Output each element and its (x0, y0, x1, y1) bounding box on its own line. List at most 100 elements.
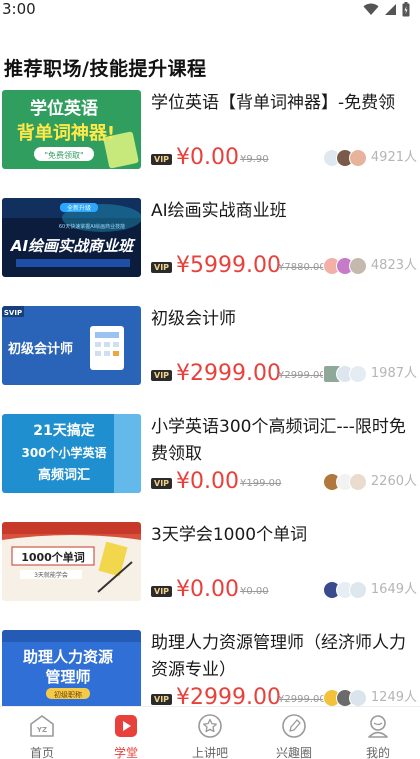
course-item[interactable]: 全新升级 60天快速掌握AI绘画商业技能 AI绘画实战商业班 AI绘画实战商业班… (0, 192, 420, 300)
play-icon (115, 715, 137, 737)
original-price: ¥9.90 (240, 154, 269, 165)
course-title[interactable]: 学位英语【背单词神器】-免费领 (151, 90, 413, 117)
course-item[interactable]: SVIP 初级会计师 初级会计师 VIP ¥2999.00 ¥2999.00 1… (0, 300, 420, 408)
original-price: ¥2999.00 (278, 370, 326, 381)
learner-avatars (323, 689, 371, 706)
original-price: ¥7880.00 (278, 262, 326, 273)
thumb-line1: 助理人力资源 (23, 648, 113, 666)
original-price: ¥0.00 (240, 586, 269, 597)
tab-home[interactable]: YZ 首页 (0, 707, 84, 759)
thumb-line1: AI绘画实战商业班 (10, 237, 136, 255)
price: ¥5999.00 (176, 253, 281, 278)
price: ¥0.00 (176, 145, 239, 170)
thumb-line2: 3天就能学会 (34, 571, 68, 579)
course-thumbnail-art: 助理人力资源 管理师 初级职称 (2, 630, 141, 706)
thumb-line1: 1000个单词 (21, 550, 85, 564)
learner-avatars (323, 365, 371, 383)
course-thumbnail-art: 21天搞定 300个小学英语 高频词汇 (2, 414, 141, 493)
course-thumbnail[interactable]: 1000个单词 3天就能学会 (2, 522, 141, 601)
course-thumbnail[interactable]: 全新升级 60天快速掌握AI绘画商业技能 AI绘画实战商业班 (2, 198, 141, 277)
thumb-line2: 管理师 (45, 668, 90, 686)
avatar (349, 365, 367, 383)
course-item[interactable]: 助理人力资源 管理师 初级职称 助理人力资源管理师（经济师人力资源专业） VIP… (0, 624, 420, 706)
course-meta: VIP ¥2999.00 ¥2999.00 1249人 (151, 684, 417, 706)
status-bar: 3:00 (0, 0, 420, 22)
tab-label: 我的 (365, 746, 390, 759)
course-meta: VIP ¥5999.00 ¥7880.00 4823人 (151, 252, 417, 280)
svg-text:YZ: YZ (36, 726, 47, 734)
pen-icon (282, 714, 306, 738)
vip-badge: VIP (151, 478, 173, 489)
tab-profile[interactable]: 我的 (336, 707, 420, 759)
enrolled-count: 1987人 (370, 366, 417, 381)
vip-badge: VIP (151, 154, 173, 165)
profile-icon (368, 715, 388, 738)
course-title[interactable]: AI绘画实战商业班 (151, 198, 413, 225)
price: ¥2999.00 (176, 361, 281, 386)
course-thumbnail-art: 1000个单词 3天就能学会 (2, 522, 141, 601)
price: ¥2999.00 (176, 685, 281, 706)
thumb-line3: 高频词汇 (38, 467, 90, 483)
original-price: ¥2999.00 (278, 694, 326, 705)
star-icon (198, 714, 222, 738)
course-thumbnail[interactable]: SVIP 初级会计师 (2, 306, 141, 385)
course-item[interactable]: 1000个单词 3天就能学会 3天学会1000个单词 VIP ¥0.00 ¥0.… (0, 516, 420, 624)
avatar (349, 473, 367, 491)
course-meta: VIP ¥0.00 ¥199.00 2260人 (151, 468, 417, 496)
section-title: 推荐职场/技能提升课程 (4, 58, 207, 80)
course-item[interactable]: 21天搞定 300个小学英语 高频词汇 小学英语300个高频词汇---限时免费领… (0, 408, 420, 516)
course-list[interactable]: 学位英语 背单词神器! "免费领取" 学位英语【背单词神器】-免费领 VIP ¥… (0, 84, 420, 706)
course-meta: VIP ¥2999.00 ¥2999.00 1987人 (151, 360, 417, 388)
tab-school[interactable]: 学堂 (84, 707, 168, 759)
course-thumbnail-art: SVIP 初级会计师 (2, 306, 141, 385)
home-icon: YZ (30, 715, 54, 737)
thumb-line2: 背单词神器! (17, 122, 115, 144)
vip-badge: VIP (151, 370, 173, 381)
thumb-line3: "免费领取" (44, 150, 83, 160)
thumb-line2: SVIP (4, 309, 22, 317)
course-thumbnail-art: 全新升级 60天快速掌握AI绘画商业技能 AI绘画实战商业班 (2, 198, 141, 277)
avatar (349, 257, 367, 275)
course-thumbnail-art: 学位英语 背单词神器! "免费领取" (2, 90, 141, 169)
tab-label: 上讲吧 (191, 746, 228, 759)
tab-interest[interactable]: 兴趣圈 (252, 707, 336, 759)
course-thumbnail[interactable]: 学位英语 背单词神器! "免费领取" (2, 90, 141, 169)
status-icons (363, 2, 410, 17)
course-meta: VIP ¥0.00 ¥9.90 4921人 (151, 144, 417, 172)
course-title[interactable]: 初级会计师 (151, 306, 413, 333)
enrolled-count: 1649人 (370, 582, 417, 597)
tab-label: 学堂 (113, 746, 138, 759)
learner-avatars (323, 149, 371, 167)
price: ¥0.00 (176, 469, 239, 494)
bottom-tab-bar: YZ 首页 学堂 上讲吧 兴趣圈 我的 (0, 706, 420, 759)
course-thumbnail[interactable]: 21天搞定 300个小学英语 高频词汇 (2, 414, 141, 493)
tab-label: 兴趣圈 (275, 746, 312, 759)
enrolled-count: 1249人 (370, 690, 417, 705)
thumb-line1: 初级会计师 (8, 341, 73, 357)
price: ¥0.00 (176, 577, 239, 602)
vip-badge: VIP (151, 694, 173, 705)
thumb-line2: 300个小学英语 (21, 445, 106, 460)
tab-label: 首页 (29, 746, 54, 759)
vip-badge: VIP (151, 262, 173, 273)
vip-badge: VIP (151, 586, 173, 597)
avatar (349, 149, 367, 167)
thumb-line1: 21天搞定 (33, 422, 94, 439)
enrolled-count: 2260人 (370, 474, 417, 489)
tab-lecture[interactable]: 上讲吧 (168, 707, 252, 759)
thumb-line3: 60天快速掌握AI绘画商业技能 (59, 223, 125, 230)
battery-icon (402, 2, 410, 17)
learner-avatars (323, 473, 371, 491)
enrolled-count: 4823人 (370, 258, 417, 273)
course-title[interactable]: 小学英语300个高频词汇---限时免费领取 (151, 414, 413, 468)
avatar (349, 689, 367, 706)
course-item[interactable]: 学位英语 背单词神器! "免费领取" 学位英语【背单词神器】-免费领 VIP ¥… (0, 84, 420, 192)
course-title[interactable]: 助理人力资源管理师（经济师人力资源专业） (151, 630, 413, 684)
course-title[interactable]: 3天学会1000个单词 (151, 522, 413, 549)
wifi-icon (363, 3, 379, 15)
status-time: 3:00 (2, 0, 36, 18)
signal-icon (385, 4, 396, 15)
avatar (349, 581, 367, 599)
course-thumbnail[interactable]: 助理人力资源 管理师 初级职称 (2, 630, 141, 706)
course-meta: VIP ¥0.00 ¥0.00 1649人 (151, 576, 417, 604)
